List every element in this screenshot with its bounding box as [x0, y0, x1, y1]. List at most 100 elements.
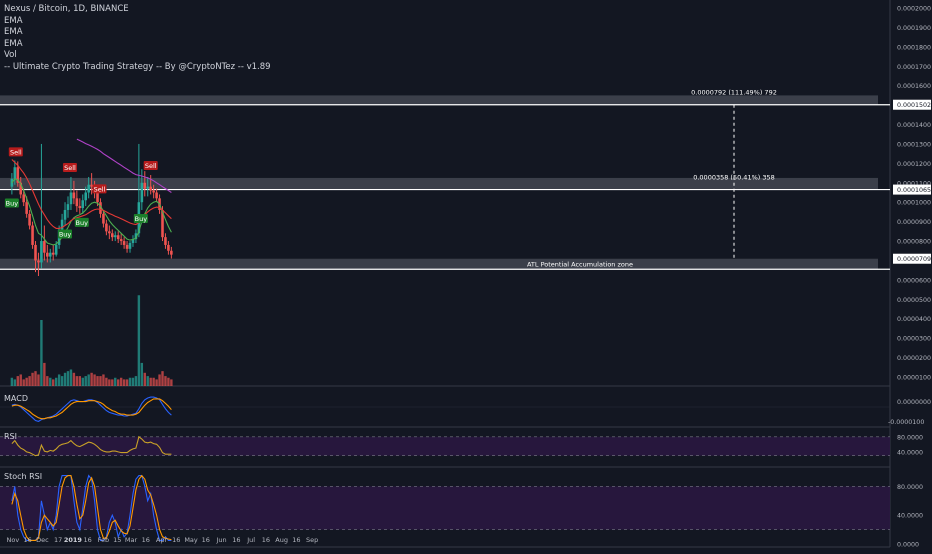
candle-body — [84, 192, 88, 201]
volume-bar — [75, 376, 79, 386]
legend-study-ema-2[interactable]: EMA — [4, 27, 271, 39]
macd-tick-label: 0.0000000 — [897, 399, 931, 406]
zone-box — [0, 258, 878, 270]
volume-bar — [158, 374, 161, 386]
signal-label: Buy — [76, 219, 89, 227]
volume-bar — [78, 376, 82, 386]
rsi-tick-label: 80.0000 — [897, 434, 923, 441]
volume-bar — [149, 377, 152, 386]
price-tick-label: 0.0000900 — [897, 219, 931, 226]
candle-body — [28, 213, 31, 226]
candle-body — [170, 250, 173, 255]
time-tick-label: 2019 — [64, 536, 83, 544]
price-tick-label: 0.0000400 — [897, 316, 931, 323]
candle-body — [110, 233, 114, 238]
stoch-tick-label: 40.0000 — [897, 513, 923, 520]
signal-label: Sell — [10, 148, 22, 156]
volume-bar — [134, 376, 138, 386]
time-tick-label: 16 — [142, 536, 150, 544]
time-tick-label: 16 — [232, 536, 240, 544]
candle-body — [108, 231, 111, 234]
time-tick-label: 16 — [172, 536, 180, 544]
candle-body — [43, 241, 46, 253]
zone-label: ATL Potential Accumulation zone — [527, 260, 633, 268]
volume-bar — [99, 376, 102, 386]
legend-study-vol[interactable]: Vol — [4, 50, 271, 62]
volume-bar — [117, 379, 120, 386]
volume-bar — [122, 379, 126, 386]
candle-body — [40, 241, 43, 263]
volume-bar — [49, 377, 52, 386]
candle-body — [81, 200, 85, 209]
macd-tick-label: -0.0000100 — [888, 419, 924, 426]
candle-body — [34, 244, 37, 261]
macd-pane-label[interactable]: MACD — [4, 394, 28, 403]
price-tick-label: 0.0000800 — [897, 239, 931, 246]
volume-bar — [155, 379, 158, 386]
signal-label: Sell — [94, 185, 106, 193]
rsi-pane-label[interactable]: RSI — [4, 432, 17, 441]
time-tick-label: Dec — [36, 536, 49, 544]
candle-body — [116, 235, 120, 240]
volume-bar — [143, 372, 146, 386]
candle-body — [119, 239, 123, 242]
volume-bar — [161, 371, 164, 386]
volume-bar — [114, 377, 117, 386]
volume-bar — [137, 295, 141, 386]
price-tick-label: 0.0001300 — [897, 141, 931, 148]
candle-body — [72, 192, 76, 199]
volume-bar — [128, 377, 132, 386]
candle-body — [63, 209, 67, 220]
candle-body — [66, 204, 70, 210]
candle-body — [105, 223, 108, 232]
legend-study-ema-1[interactable]: EMA — [4, 16, 271, 28]
volume-bar — [87, 374, 90, 386]
measurement-label: 0.0000792 (111.49%) 792 — [691, 89, 777, 97]
volume-bar — [69, 369, 73, 386]
time-tick-label: 16 — [202, 536, 210, 544]
candle-body — [78, 206, 82, 209]
volume-bar — [93, 374, 96, 386]
volume-bar — [16, 376, 19, 386]
volume-bar — [28, 376, 31, 386]
legend-study-strategy[interactable]: -- Ultimate Crypto Trading Strategy -- B… — [4, 62, 271, 74]
volume-bar — [54, 377, 58, 386]
candle-body — [164, 237, 167, 245]
legend-study-ema-3[interactable]: EMA — [4, 39, 271, 51]
volume-bar — [119, 377, 123, 386]
stoch-pane-label[interactable]: Stoch RSI — [4, 472, 42, 481]
volume-bar — [10, 377, 14, 386]
candle-body — [46, 252, 49, 257]
stoch-tick-label: 0.0000 — [897, 542, 919, 549]
candle-body — [122, 241, 126, 245]
price-tick-label: 0.0001400 — [897, 122, 931, 129]
zone-box — [0, 95, 878, 105]
volume-bar — [46, 376, 49, 386]
signal-label: Sell — [145, 162, 157, 170]
volume-bar — [57, 374, 61, 386]
time-tick-label: Nov — [7, 536, 20, 544]
volume-bar — [40, 320, 43, 386]
volume-bar — [34, 371, 37, 386]
legend-symbol[interactable]: Nexus / Bitcoin, 1D, BINANCE — [4, 4, 271, 16]
rsi-band — [0, 436, 890, 456]
price-tick-label: 0.0001900 — [897, 25, 931, 32]
volume-bar — [152, 377, 155, 386]
time-tick-label: 15 — [113, 536, 121, 544]
chart-root: ATL Potential Accumulation zone 0.0000792… — [0, 0, 932, 550]
volume-bar — [170, 379, 173, 386]
volume-bar — [52, 379, 55, 386]
volume-bar — [105, 377, 108, 386]
chart-svg[interactable]: ATL Potential Accumulation zone 0.0000792… — [0, 0, 932, 550]
signal-label: Buy — [6, 199, 19, 207]
candle-body — [113, 235, 117, 238]
time-tick-label: Aug — [275, 536, 288, 544]
volume-bar — [31, 372, 34, 386]
volume-bar — [43, 362, 46, 386]
time-tick-label: Jul — [246, 536, 255, 544]
volume-bar — [146, 376, 149, 386]
volume-bar — [164, 376, 167, 386]
volume-bar — [140, 362, 144, 386]
candle-body — [10, 178, 14, 187]
volume-bar — [81, 377, 84, 386]
